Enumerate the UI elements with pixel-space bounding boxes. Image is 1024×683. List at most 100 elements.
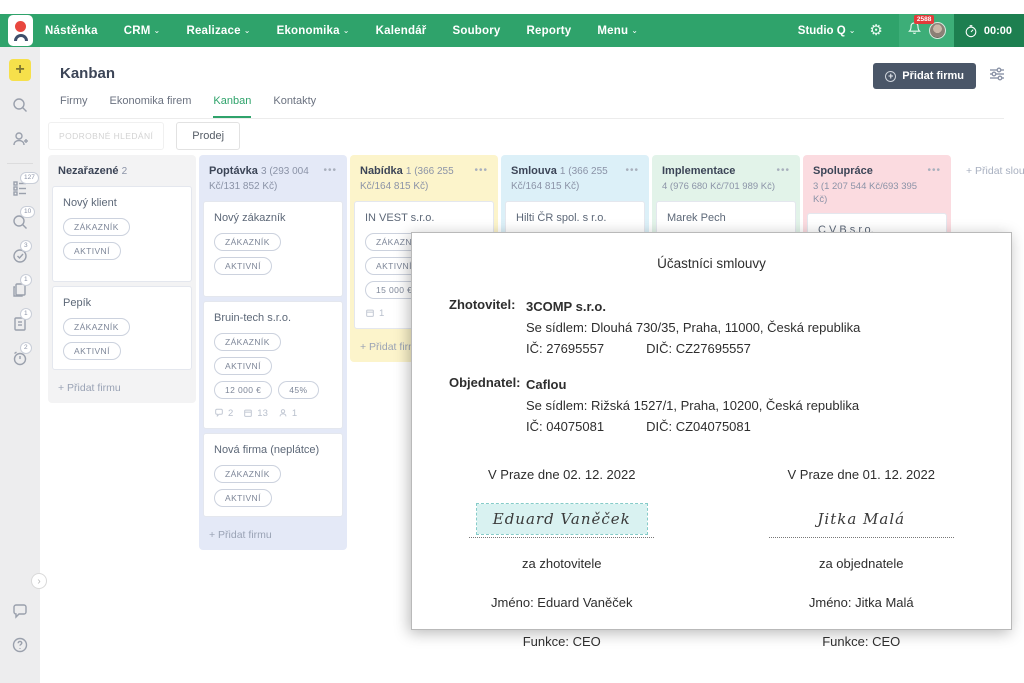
- main-menu: Nástěnka CRM⌄ Realizace⌄ Ekonomika⌄ Kale…: [45, 25, 638, 37]
- workspace-selector[interactable]: Studio Q⌄: [798, 25, 856, 37]
- party-dic: DIČ: CZ27695557: [646, 341, 751, 356]
- add-company-button[interactable]: + Přidat firmu: [873, 63, 976, 89]
- help-icon[interactable]: [10, 635, 30, 655]
- signature-objednatel[interactable]: Jitka Malá: [801, 504, 921, 534]
- stopwatch-icon: [964, 24, 978, 38]
- comment-icon: [214, 408, 224, 418]
- saved-search-icon[interactable]: 10: [10, 212, 30, 232]
- column-menu-icon[interactable]: •••: [927, 166, 941, 176]
- alarm-badge: 2: [20, 342, 32, 354]
- prodej-filter-button[interactable]: Prodej: [176, 122, 240, 150]
- card-title: Nová firma (neplátce): [214, 444, 332, 456]
- column-menu-icon[interactable]: •••: [776, 166, 790, 176]
- alarm-icon[interactable]: 2: [10, 348, 30, 368]
- menu-nastenka[interactable]: Nástěnka: [45, 25, 98, 37]
- chevron-down-icon: ⌄: [343, 26, 350, 35]
- chevron-down-icon: ⌄: [154, 26, 161, 35]
- navbar-right: Studio Q⌄ ⚙ 2588 00:00: [798, 14, 1024, 47]
- tab-firmy[interactable]: Firmy: [60, 95, 88, 118]
- menu-realizace[interactable]: Realizace⌄: [186, 25, 250, 37]
- tab-kontakty[interactable]: Kontakty: [273, 95, 316, 118]
- card-novy-klient[interactable]: Nový klient ZÁKAZNÍK AKTIVNÍ: [52, 186, 192, 282]
- card-title: Bruin-tech s.r.o.: [214, 312, 332, 324]
- card-title: Marek Pech: [667, 212, 785, 224]
- column-title: Nezařazené: [58, 165, 119, 177]
- signature-zhotovitel[interactable]: Eduard Vaněček: [477, 504, 647, 534]
- column-menu-icon[interactable]: •••: [323, 166, 337, 176]
- signatures: Eduard Vaněček Jitka Malá: [412, 504, 1011, 538]
- board-settings-icon[interactable]: [988, 66, 1006, 87]
- menu-reporty[interactable]: Reporty: [527, 25, 572, 37]
- document-icon[interactable]: 1: [10, 314, 30, 334]
- party-role-label: Objednatel:: [449, 374, 526, 437]
- time-check-badge: 3: [20, 240, 32, 252]
- calendar-icon: [243, 408, 253, 418]
- quick-add-button[interactable]: +: [9, 59, 31, 81]
- card-title: Hilti ČR spol. s r.o.: [516, 212, 634, 224]
- for-zhotovitele: za zhotovitele: [412, 556, 712, 571]
- party-address: Se sídlem: Rižská 1527/1, Praha, 10200, …: [526, 395, 859, 416]
- tag-chip: AKTIVNÍ: [63, 342, 121, 360]
- app: Nástěnka CRM⌄ Realizace⌄ Ekonomika⌄ Kale…: [0, 0, 1024, 683]
- avatar[interactable]: [929, 22, 946, 39]
- signing-dates: V Praze dne 02. 12. 2022 V Praze dne 01.…: [412, 467, 1011, 482]
- time-tracker[interactable]: 00:00: [954, 14, 1024, 47]
- chevron-down-icon: ⌄: [849, 26, 856, 35]
- bell-icon[interactable]: 2588: [907, 21, 922, 41]
- time-check-icon[interactable]: 3: [10, 246, 30, 266]
- party-name: 3COMP s.r.o.: [526, 296, 860, 317]
- column-title: Implementace: [662, 165, 735, 177]
- detailed-search-button[interactable]: PODROBNÉ HLEDÁNÍ: [48, 122, 164, 150]
- menu-menu[interactable]: Menu⌄: [597, 25, 638, 37]
- saved-search-badge: 10: [20, 206, 35, 218]
- gear-icon[interactable]: ⚙: [869, 23, 882, 38]
- value-chip: 12 000 €: [214, 381, 272, 399]
- signer-names: Jméno: Eduard Vaněček Jméno: Jitka Malá: [412, 595, 1011, 610]
- search-icon[interactable]: [10, 95, 30, 115]
- notification-panel: 2588: [899, 14, 954, 47]
- for-labels: za zhotovitele za objednatele: [412, 556, 1011, 571]
- add-company-link[interactable]: + Přidat firmu: [48, 374, 196, 399]
- card-nova-firma[interactable]: Nová firma (neplátce) ZÁKAZNÍK AKTIVNÍ: [203, 433, 343, 517]
- contract-document: Účastníci smlouvy Zhotovitel: 3COMP s.r.…: [411, 232, 1012, 630]
- tag-chip: ZÁKAZNÍK: [63, 218, 130, 236]
- logo-head: [15, 21, 26, 32]
- column-menu-icon[interactable]: •••: [474, 166, 488, 176]
- sidebar-collapse-button[interactable]: ›: [31, 573, 47, 589]
- app-logo[interactable]: [8, 15, 33, 46]
- card-pepik[interactable]: Pepík ZÁKAZNÍK AKTIVNÍ: [52, 286, 192, 370]
- add-contact-icon[interactable]: [10, 129, 30, 149]
- menu-kalendar[interactable]: Kalendář: [376, 25, 427, 37]
- party-role-label: Zhotovitel:: [449, 296, 526, 359]
- sidebar-bottom: [0, 587, 40, 655]
- card-title: Pepík: [63, 297, 181, 309]
- add-company-link[interactable]: + Přidat firmu: [199, 521, 347, 546]
- date-left: V Praze dne 02. 12. 2022: [412, 467, 712, 482]
- menu-crm[interactable]: CRM⌄: [124, 25, 161, 37]
- tab-ekonomika-firem[interactable]: Ekonomika firem: [110, 95, 192, 118]
- add-column-link[interactable]: + Přidat sloup: [966, 165, 1024, 177]
- card-bruin-tech[interactable]: Bruin-tech s.r.o. ZÁKAZNÍK AKTIVNÍ 12 00…: [203, 301, 343, 429]
- tasks-list-icon[interactable]: 127: [10, 178, 30, 198]
- signature-line-right: Jitka Malá: [769, 504, 954, 538]
- top-navbar: Nástěnka CRM⌄ Realizace⌄ Ekonomika⌄ Kale…: [0, 14, 1024, 47]
- column-title: Nabídka: [360, 165, 403, 177]
- chat-icon[interactable]: [10, 601, 30, 621]
- tag-chip: AKTIVNÍ: [214, 357, 272, 375]
- column-menu-icon[interactable]: •••: [625, 166, 639, 176]
- tag-chip: AKTIVNÍ: [214, 489, 272, 507]
- tab-kanban[interactable]: Kanban: [213, 95, 251, 118]
- menu-soubory[interactable]: Soubory: [452, 25, 500, 37]
- column-title: Smlouva: [511, 165, 557, 177]
- menu-ekonomika[interactable]: Ekonomika⌄: [277, 25, 350, 37]
- documents-icon[interactable]: 1: [10, 280, 30, 300]
- card-title: Nový zákazník: [214, 212, 332, 224]
- party-ic: IČ: 04075081: [526, 419, 604, 434]
- column-count: 2: [122, 166, 128, 177]
- documents-badge: 1: [20, 274, 32, 286]
- logo-body: [14, 34, 28, 41]
- card-novy-zakaznik[interactable]: Nový zákazník ZÁKAZNÍK AKTIVNÍ: [203, 201, 343, 297]
- card-meta: 2 13 1: [214, 408, 332, 419]
- tag-chip: ZÁKAZNÍK: [214, 333, 281, 351]
- percent-chip: 45%: [278, 381, 318, 399]
